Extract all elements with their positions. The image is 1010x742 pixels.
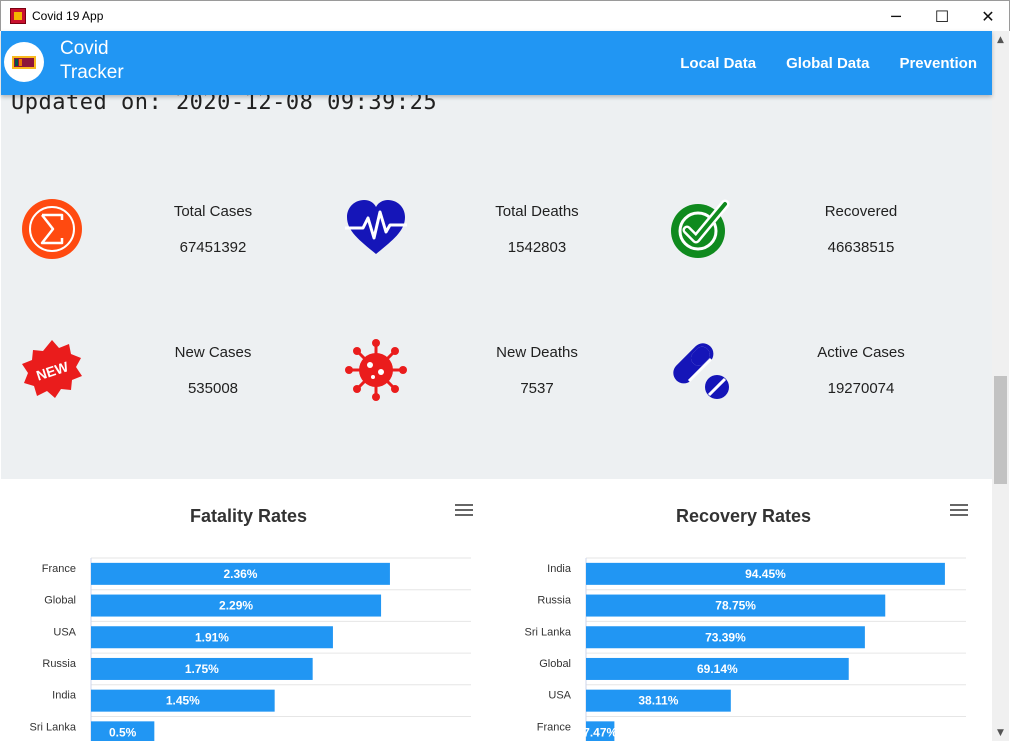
nav-link-prevention[interactable]: Prevention <box>899 55 977 72</box>
stat-active-cases: Active Cases 19270074 <box>649 339 973 429</box>
stat-value: 1542803 <box>507 239 567 256</box>
data-label: 2.29% <box>219 599 253 613</box>
app-icon <box>10 8 26 24</box>
new-badge-icon: NEW <box>22 340 82 398</box>
data-label: 7.47% <box>583 725 617 739</box>
data-label: 1.75% <box>185 662 219 676</box>
recovery-rates-plot: India 94.45% Russia 78.75% Sri Lanka 73.39% Gl… <box>525 557 966 741</box>
stat-label: New Cases <box>174 344 252 361</box>
category-label: Global <box>44 595 76 607</box>
charts-section: Fatality Rates France 2.36% Global 2.29% USA… <box>1 479 992 741</box>
data-label: 69.14% <box>697 662 738 676</box>
brand-title[interactable]: Covid Tracker <box>60 37 124 85</box>
check-circle-icon <box>671 199 730 258</box>
stat-value: 46638515 <box>827 239 895 256</box>
category-label: USA <box>53 626 76 638</box>
window-title: Covid 19 App <box>32 9 104 23</box>
stat-label: Total Cases <box>173 203 253 220</box>
stat-recovered: Recovered 46638515 <box>649 198 973 288</box>
category-label: India <box>52 690 77 702</box>
data-label: 0.5% <box>109 725 137 739</box>
category-label: Sri Lanka <box>525 626 572 638</box>
stat-label: Active Cases <box>817 344 905 361</box>
category-label: USA <box>548 690 571 702</box>
data-label: 1.91% <box>195 630 229 644</box>
minimize-button[interactable]: ─ <box>873 1 919 31</box>
heartbeat-icon <box>345 200 407 254</box>
fatality-rates-plot: France 2.36% Global 2.29% USA 1.91% Russia 1.75… <box>30 557 471 741</box>
category-label: Russia <box>42 658 77 670</box>
minimize-icon: ─ <box>891 6 901 26</box>
stat-new-deaths: New Deaths 7537 <box>325 339 649 429</box>
stats-section: Updated on: 2020-12-08 09:39:25 Total Ca… <box>1 90 992 479</box>
pills-icon <box>673 343 729 399</box>
stat-value: 7537 <box>520 380 554 397</box>
window-titlebar: Covid 19 App ─ ☐ ✕ <box>0 0 1010 31</box>
stat-label: New Deaths <box>496 344 578 361</box>
scroll-thumb[interactable] <box>994 376 1007 484</box>
stat-total-deaths: Total Deaths 1542803 <box>325 198 649 288</box>
stat-total-cases: Total Cases 67451392 <box>1 198 325 288</box>
maximize-icon: ☐ <box>934 6 950 26</box>
stat-new-cases: NEW New Cases 535008 <box>1 339 325 429</box>
data-label: 94.45% <box>745 567 786 581</box>
maximize-button[interactable]: ☐ <box>919 1 965 31</box>
data-label: 78.75% <box>715 599 756 613</box>
data-label: 73.39% <box>705 630 746 644</box>
sigma-icon <box>22 199 82 259</box>
stat-label: Total Deaths <box>495 203 579 220</box>
category-label: France <box>537 721 571 733</box>
scroll-up-icon[interactable]: ▲ <box>992 31 1009 48</box>
category-label: Sri Lanka <box>30 721 77 733</box>
brand-line-1: Covid <box>60 38 109 59</box>
scroll-down-icon[interactable]: ▼ <box>992 724 1009 741</box>
virus-icon <box>345 339 407 401</box>
fatality-rates-chart: Fatality Rates France 2.36% Global 2.29% USA… <box>1 479 496 741</box>
nav-links: Local Data Global Data Prevention <box>680 31 977 95</box>
stat-value: 67451392 <box>179 239 247 256</box>
stat-value: 19270074 <box>827 380 895 397</box>
stat-label: Recovered <box>824 203 898 220</box>
data-label: 2.36% <box>223 567 257 581</box>
data-label: 1.45% <box>166 694 200 708</box>
recovery-rates-chart: Recovery Rates India 94.45% Russia 78.75% Sr… <box>496 479 991 741</box>
close-icon: ✕ <box>981 6 995 26</box>
sri-lanka-flag-icon <box>12 55 36 69</box>
data-label: 38.11% <box>638 694 678 708</box>
vertical-scrollbar[interactable]: ▲ ▼ <box>992 31 1009 741</box>
category-label: France <box>42 563 76 575</box>
category-label: Global <box>539 658 571 670</box>
category-label: India <box>547 563 572 575</box>
nav-link-global-data[interactable]: Global Data <box>786 55 869 72</box>
stat-value: 535008 <box>187 380 239 397</box>
category-label: Russia <box>537 595 572 607</box>
close-button[interactable]: ✕ <box>965 1 1010 31</box>
navbar: Covid Tracker Local Data Global Data Pre… <box>1 31 992 95</box>
brand-line-2: Tracker <box>60 62 124 83</box>
nav-link-local-data[interactable]: Local Data <box>680 55 756 72</box>
brand-logo[interactable] <box>4 42 44 82</box>
